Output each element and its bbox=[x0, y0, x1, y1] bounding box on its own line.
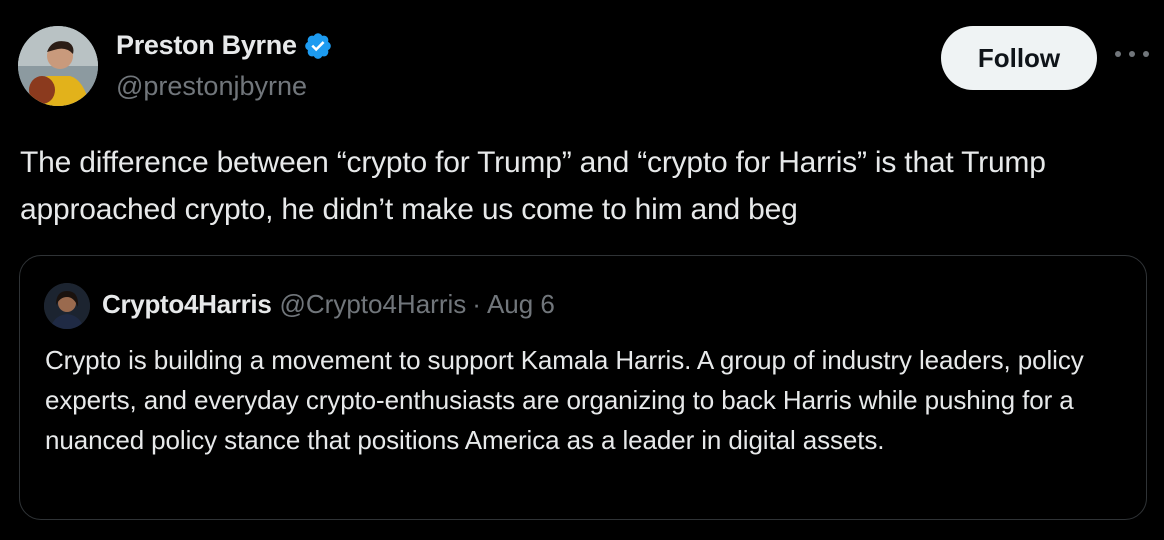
more-dot bbox=[1143, 51, 1149, 57]
more-horizontal-icon[interactable] bbox=[1115, 44, 1149, 64]
quoted-display-name[interactable]: Crypto4Harris bbox=[102, 289, 272, 320]
quoted-tweet[interactable]: Crypto4Harris @Crypto4Harris · Aug 6 Cry… bbox=[19, 255, 1147, 520]
quoted-handle[interactable]: @Crypto4Harris bbox=[280, 289, 467, 320]
quoted-avatar-photo bbox=[44, 283, 90, 329]
avatar-photo bbox=[18, 26, 98, 106]
quoted-date[interactable]: Aug 6 bbox=[487, 289, 555, 320]
quoted-separator: · bbox=[472, 289, 481, 319]
author-name-row: Preston Byrne bbox=[116, 30, 333, 61]
quoted-header: Crypto4Harris @Crypto4Harris · Aug 6 bbox=[102, 289, 555, 320]
tweet-card: Preston Byrne @prestonjbyrne Follow The … bbox=[0, 0, 1164, 540]
more-dot bbox=[1115, 51, 1121, 57]
more-dot bbox=[1129, 51, 1135, 57]
follow-button[interactable]: Follow bbox=[941, 26, 1097, 90]
quoted-tweet-text: Crypto is building a movement to support… bbox=[45, 345, 1084, 455]
verified-badge-icon[interactable] bbox=[303, 31, 333, 61]
quoted-author-avatar[interactable] bbox=[44, 283, 90, 329]
author-avatar[interactable] bbox=[18, 26, 98, 106]
author-handle[interactable]: @prestonjbyrne bbox=[116, 71, 307, 102]
author-display-name[interactable]: Preston Byrne bbox=[116, 30, 297, 61]
tweet-text: The difference between “crypto for Trump… bbox=[20, 146, 1046, 226]
